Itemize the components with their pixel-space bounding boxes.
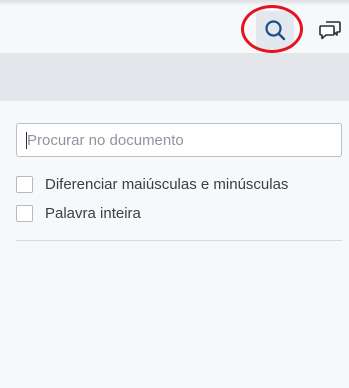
search-input[interactable]	[16, 123, 342, 157]
search-panel-header	[0, 53, 349, 101]
text-cursor	[26, 132, 27, 149]
match-case-label: Diferenciar maiúsculas e minúsculas	[45, 175, 289, 193]
whole-word-label: Palavra inteira	[45, 204, 141, 222]
comments-button[interactable]	[316, 16, 344, 44]
divider	[16, 240, 342, 241]
search-panel: Diferenciar maiúsculas e minúsculas Pala…	[0, 101, 349, 388]
match-case-option[interactable]: Diferenciar maiúsculas e minúsculas	[16, 174, 288, 194]
search-icon	[265, 20, 286, 41]
top-toolbar	[0, 0, 349, 53]
comments-icon	[319, 21, 341, 40]
search-button[interactable]	[256, 11, 294, 49]
whole-word-checkbox[interactable]	[16, 204, 33, 222]
top-shadow	[0, 0, 349, 6]
whole-word-option[interactable]: Palavra inteira	[16, 203, 141, 223]
match-case-checkbox[interactable]	[16, 175, 33, 193]
